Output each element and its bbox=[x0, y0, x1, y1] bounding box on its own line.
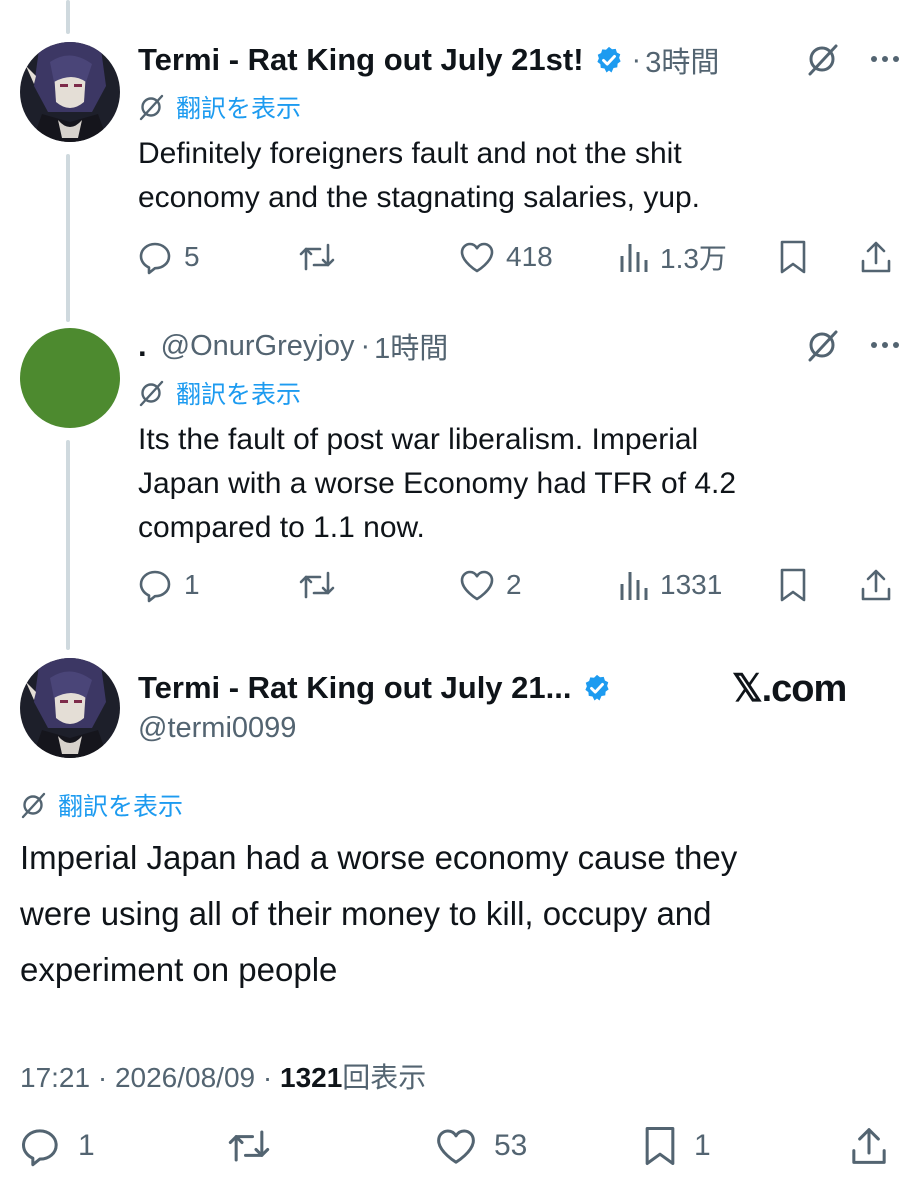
reply-count: 1 bbox=[184, 569, 200, 600]
repost-icon bbox=[299, 571, 335, 599]
post1-header: Termi - Rat King out July 21st! · 3時間 bbox=[138, 40, 719, 80]
main-text: Imperial Japan had a worse economy cause… bbox=[20, 830, 900, 998]
separator-dot: · bbox=[360, 329, 371, 362]
thread-line-2 bbox=[66, 440, 70, 650]
like-count: 418 bbox=[506, 241, 553, 272]
main-text-line: experiment on people bbox=[20, 951, 338, 988]
bookmark-count: 1 bbox=[694, 1129, 711, 1162]
thread-line-1 bbox=[66, 154, 70, 322]
translate-icon bbox=[138, 379, 166, 407]
views-label: 回表示 bbox=[342, 1062, 427, 1093]
post2-handle[interactable]: @OnurGreyjoy bbox=[161, 330, 355, 363]
main-header: Termi - Rat King out July 21... bbox=[138, 668, 612, 708]
reply-button[interactable]: 1 bbox=[138, 566, 200, 604]
post1-time[interactable]: 3時間 bbox=[645, 39, 719, 81]
more-icon[interactable] bbox=[870, 340, 900, 350]
post2-header: . @OnurGreyjoy · 1時間 bbox=[138, 326, 448, 366]
post1-text-line: economy and the stagnating salaries, yup… bbox=[138, 181, 701, 214]
like-button[interactable]: 2 bbox=[458, 566, 522, 604]
translate-icon bbox=[138, 93, 166, 121]
share-icon bbox=[861, 241, 891, 273]
thread-line-top bbox=[66, 0, 70, 34]
post1-translate[interactable]: 翻訳を表示 bbox=[138, 90, 301, 124]
share-icon bbox=[852, 1128, 886, 1164]
views-button[interactable]: 1331 bbox=[618, 566, 722, 604]
main-translate[interactable]: 翻訳を表示 bbox=[20, 788, 183, 822]
post2-text-line: Its the fault of post war liberalism. Im… bbox=[138, 423, 699, 456]
repost-button[interactable] bbox=[298, 566, 346, 604]
views-icon bbox=[620, 572, 648, 600]
main-text-line: were using all of their money to kill, o… bbox=[20, 895, 712, 932]
bookmark-icon bbox=[780, 568, 806, 602]
grok-icon[interactable] bbox=[806, 42, 840, 76]
translate-label: 翻訳を表示 bbox=[176, 380, 302, 409]
like-button[interactable]: 53 bbox=[434, 1124, 527, 1168]
bookmark-icon bbox=[645, 1126, 675, 1166]
translate-label: 翻訳を表示 bbox=[58, 792, 184, 821]
translate-icon bbox=[20, 791, 48, 819]
separator-dot: · bbox=[631, 43, 642, 76]
separator-dot: · bbox=[97, 1062, 115, 1093]
bookmark-button[interactable] bbox=[778, 238, 808, 276]
reply-icon bbox=[139, 242, 171, 275]
bookmark-button[interactable] bbox=[778, 566, 808, 604]
share-icon bbox=[861, 569, 891, 601]
like-button[interactable]: 418 bbox=[458, 238, 553, 276]
post2-display-name[interactable]: . bbox=[138, 328, 147, 364]
main-handle[interactable]: @termi0099 bbox=[138, 712, 296, 745]
post-date[interactable]: 2026/08/09 bbox=[115, 1062, 255, 1093]
views-total: 1321 bbox=[280, 1062, 343, 1093]
views-button[interactable]: 1.3万 bbox=[618, 238, 727, 276]
views-icon bbox=[620, 244, 648, 272]
avatar[interactable] bbox=[20, 42, 120, 142]
post2-text: Its the fault of post war liberalism. Im… bbox=[138, 418, 898, 550]
post1-display-name[interactable]: Termi - Rat King out July 21st! bbox=[138, 42, 584, 78]
separator-dot: · bbox=[262, 1062, 280, 1093]
repost-button[interactable] bbox=[226, 1124, 288, 1168]
x-watermark: 𝕏.com bbox=[732, 668, 847, 710]
post2-top-icons bbox=[806, 328, 900, 362]
verified-badge-icon bbox=[594, 45, 624, 75]
post1-text: Definitely foreigners fault and not the … bbox=[138, 132, 898, 220]
avatar-illustration bbox=[20, 658, 120, 758]
post2-translate[interactable]: 翻訳を表示 bbox=[138, 376, 301, 410]
post1-text-line: Definitely foreigners fault and not the … bbox=[138, 137, 682, 170]
share-button[interactable] bbox=[850, 1124, 888, 1168]
like-count: 2 bbox=[506, 569, 522, 600]
repost-button[interactable] bbox=[298, 238, 346, 276]
repost-icon bbox=[299, 243, 335, 271]
like-count: 53 bbox=[494, 1129, 528, 1162]
timestamp: 17:21 · 2026/08/09 · 1321回表示 bbox=[20, 1056, 426, 1096]
more-icon[interactable] bbox=[870, 54, 900, 64]
reply-button[interactable]: 1 bbox=[20, 1124, 95, 1168]
main-display-name[interactable]: Termi - Rat King out July 21... bbox=[138, 670, 572, 706]
reply-count: 5 bbox=[184, 241, 200, 272]
views-count: 1.3万 bbox=[660, 243, 727, 274]
post-time[interactable]: 17:21 bbox=[20, 1062, 90, 1093]
post1-top-icons bbox=[806, 42, 900, 76]
avatar[interactable] bbox=[20, 658, 120, 758]
post2-text-line: compared to 1.1 now. bbox=[138, 511, 425, 544]
reply-icon bbox=[139, 570, 171, 603]
bookmark-icon bbox=[780, 240, 806, 274]
post2-time[interactable]: 1時間 bbox=[374, 325, 448, 367]
repost-icon bbox=[228, 1130, 270, 1162]
like-icon bbox=[437, 1129, 475, 1164]
share-button[interactable] bbox=[860, 566, 892, 604]
avatar[interactable] bbox=[20, 328, 120, 428]
share-button[interactable] bbox=[860, 238, 892, 276]
verified-badge-icon bbox=[582, 673, 612, 703]
like-icon bbox=[460, 570, 494, 601]
post2-text-line: Japan with a worse Economy had TFR of 4.… bbox=[138, 467, 737, 500]
reply-button[interactable]: 5 bbox=[138, 238, 200, 276]
bookmark-button[interactable]: 1 bbox=[642, 1124, 711, 1168]
main-text-line: Imperial Japan had a worse economy cause… bbox=[20, 839, 738, 876]
translate-label: 翻訳を表示 bbox=[176, 94, 302, 123]
avatar-illustration bbox=[20, 42, 120, 142]
reply-count: 1 bbox=[78, 1129, 95, 1162]
like-icon bbox=[460, 242, 494, 273]
views-count: 1331 bbox=[660, 569, 723, 600]
grok-icon[interactable] bbox=[806, 328, 840, 362]
reply-icon bbox=[21, 1129, 58, 1167]
